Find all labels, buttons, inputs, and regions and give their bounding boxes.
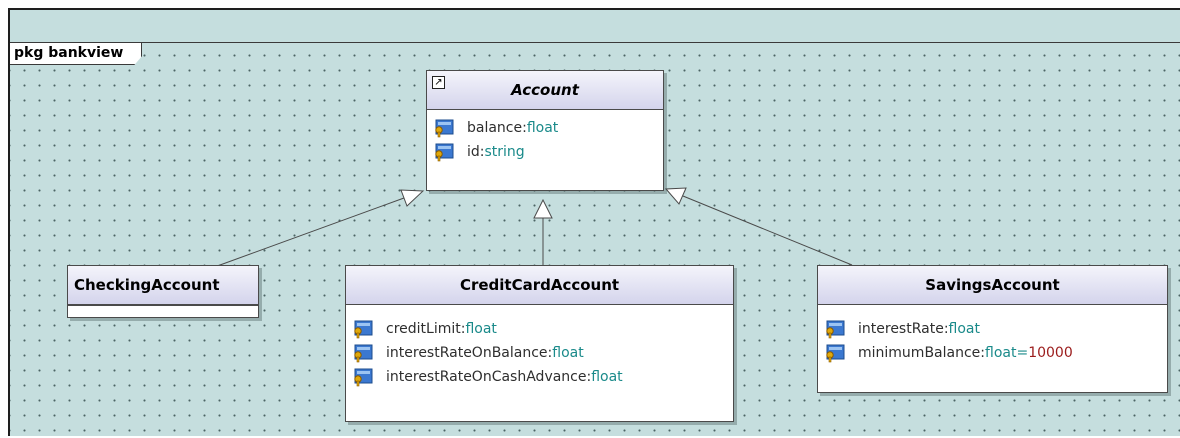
- class-savingsaccount-attributes: interestRate: float minimumBalance: float =…: [818, 305, 1167, 365]
- attribute-key-icon: [354, 344, 373, 363]
- class-account-header: ↗ Account: [427, 71, 663, 110]
- class-checkingaccount[interactable]: CheckingAccount: [67, 265, 259, 318]
- class-account-attributes: balance: float id: string: [427, 110, 663, 164]
- class-creditcardaccount-attributes: creditLimit: float interestRateOnBalance:…: [346, 305, 733, 389]
- attribute-row[interactable]: id: string: [427, 140, 663, 164]
- attribute-key-icon: [826, 344, 845, 363]
- attribute-key-icon: [435, 119, 454, 138]
- generalization-creditcard-arrowhead: [533, 198, 553, 219]
- attribute-row[interactable]: creditLimit: float: [346, 317, 733, 341]
- attribute-row[interactable]: interestRateOnCashAdvance: float: [346, 365, 733, 389]
- attribute-key-icon: [354, 320, 373, 339]
- attribute-key-icon: [435, 143, 454, 162]
- class-checkingaccount-header: CheckingAccount: [68, 266, 258, 305]
- attribute-row[interactable]: minimumBalance: float = 10000: [818, 341, 1167, 365]
- class-account[interactable]: ↗ Account balance: float id: string: [426, 70, 664, 191]
- class-savingsaccount-header: SavingsAccount: [818, 266, 1167, 305]
- class-creditcardaccount-header: CreditCardAccount: [346, 266, 733, 305]
- class-creditcardaccount[interactable]: CreditCardAccount creditLimit: float int…: [345, 265, 734, 422]
- class-checkingaccount-name: CheckingAccount: [74, 276, 220, 294]
- class-savingsaccount[interactable]: SavingsAccount interestRate: float minim…: [817, 265, 1168, 393]
- attribute-key-icon: [826, 320, 845, 339]
- attribute-row[interactable]: balance: float: [427, 116, 663, 140]
- attribute-row[interactable]: interestRateOnBalance: float: [346, 341, 733, 365]
- class-creditcardaccount-name: CreditCardAccount: [459, 276, 620, 294]
- generalization-savings-line[interactable]: [682, 195, 853, 266]
- shortcut-link-icon: ↗: [432, 76, 445, 89]
- attribute-key-icon: [354, 368, 373, 387]
- generalization-checking-arrowhead: [400, 189, 425, 207]
- class-account-name: Account: [511, 81, 579, 99]
- class-checkingaccount-attributes: [68, 305, 258, 313]
- attribute-row[interactable]: interestRate: float: [818, 317, 1167, 341]
- generalization-checking-line[interactable]: [219, 197, 405, 266]
- class-savingsaccount-name: SavingsAccount: [925, 276, 1060, 294]
- diagram-canvas[interactable]: pkg bankview ↗ Account balance: float id…: [8, 8, 1180, 436]
- generalization-savings-arrowhead: [664, 187, 687, 205]
